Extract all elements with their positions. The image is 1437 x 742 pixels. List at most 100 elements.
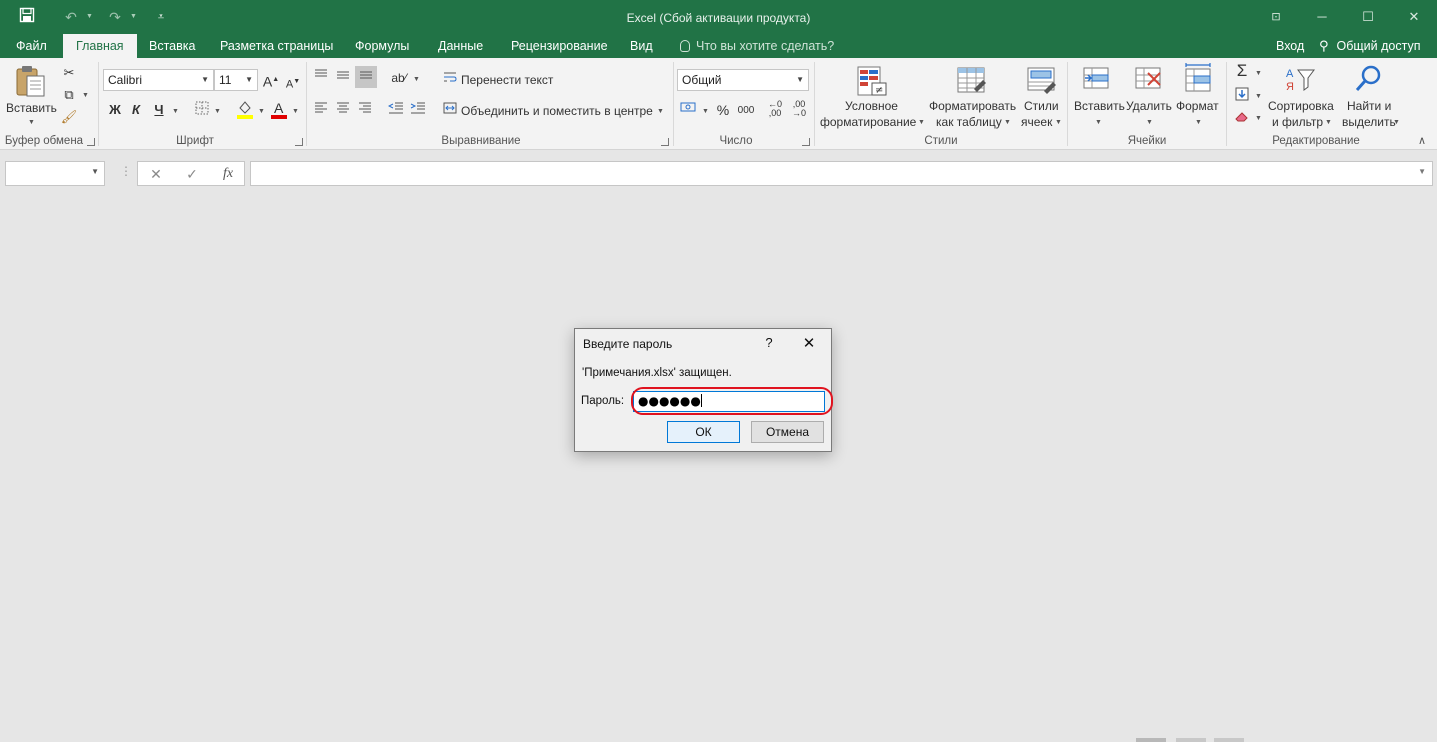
share-button[interactable]: ⚲ Общий доступ xyxy=(1319,34,1420,58)
format-painter-icon[interactable]: 🖌 xyxy=(60,108,78,126)
clipboard-group-label: Буфер обмена xyxy=(4,135,84,147)
format-as-table-icon xyxy=(957,67,986,93)
merge-center-icon[interactable] xyxy=(441,101,459,119)
increase-decimal-icon[interactable]: ←0,00 xyxy=(766,100,784,118)
align-top-icon[interactable] xyxy=(312,68,330,86)
clear-icon[interactable] xyxy=(1233,109,1251,127)
tab-review[interactable]: Рецензирование xyxy=(509,34,610,58)
enter-formula-button[interactable]: ✓ xyxy=(182,165,202,183)
font-group-label: Шрифт xyxy=(176,135,214,147)
clear-dropdown-icon[interactable]: ▼ xyxy=(1255,115,1262,122)
increase-indent-icon[interactable] xyxy=(409,101,427,119)
page-break-view-button[interactable] xyxy=(1214,738,1244,742)
find-select-label-2: выделить xyxy=(1342,115,1396,129)
normal-view-button[interactable] xyxy=(1136,738,1166,742)
svg-text:Я: Я xyxy=(1286,81,1294,93)
group-separator xyxy=(1067,62,1068,146)
font-color-dropdown-icon[interactable]: ▼ xyxy=(292,108,299,115)
number-format-value: Общий xyxy=(682,73,722,87)
align-right-icon[interactable] xyxy=(356,101,374,119)
align-bottom-icon[interactable] xyxy=(355,66,377,88)
decrease-font-icon[interactable]: A▼ xyxy=(284,73,302,91)
font-name-combo[interactable]: Calibri ▼ xyxy=(103,69,214,91)
splitter-icon[interactable]: ⋮ xyxy=(120,164,132,178)
bold-button[interactable]: Ж xyxy=(106,101,124,119)
sign-in-link[interactable]: Вход xyxy=(1276,34,1304,58)
name-box[interactable]: ▼ xyxy=(5,161,105,186)
align-left-icon[interactable] xyxy=(312,101,330,119)
currency-dropdown-icon[interactable]: ▼ xyxy=(702,108,709,115)
orientation-dropdown-icon[interactable]: ▼ xyxy=(413,76,420,83)
maximize-button[interactable]: ☐ xyxy=(1345,0,1391,34)
alignment-launcher-icon[interactable] xyxy=(661,138,669,146)
tab-page-layout[interactable]: Разметка страницы xyxy=(218,34,335,58)
borders-dropdown-icon[interactable]: ▼ xyxy=(214,108,221,115)
currency-icon[interactable] xyxy=(680,101,698,119)
ok-button[interactable]: ОК xyxy=(667,421,740,443)
align-middle-icon[interactable] xyxy=(334,68,352,86)
decrease-decimal-icon[interactable]: ,00 →0 xyxy=(790,100,808,118)
magnifier-icon xyxy=(1355,65,1381,91)
tab-formulas[interactable]: Формулы xyxy=(353,34,411,58)
cut-icon[interactable]: ✂ xyxy=(60,64,78,82)
dialog-close-button[interactable]: ✕ xyxy=(797,333,821,355)
lightbulb-icon xyxy=(680,40,690,52)
underline-dropdown-icon[interactable]: ▼ xyxy=(172,108,179,115)
fill-color-icon[interactable] xyxy=(236,99,254,119)
clipboard-launcher-icon[interactable] xyxy=(87,138,95,146)
number-group-label: Число xyxy=(719,135,753,147)
italic-button[interactable]: К xyxy=(127,101,145,119)
password-input[interactable]: ●●●●●● xyxy=(633,391,825,412)
password-value: ●●●●●● xyxy=(638,394,701,408)
copy-dropdown-icon[interactable]: ▼ xyxy=(82,92,89,99)
cancel-button[interactable]: Отмена xyxy=(751,421,824,443)
insert-function-button[interactable]: fx xyxy=(218,165,238,183)
help-button[interactable]: ? xyxy=(759,335,779,350)
merge-center-label[interactable]: Объединить и поместить в центре xyxy=(461,104,653,118)
tab-view[interactable]: Вид xyxy=(628,34,655,58)
fill-dropdown-icon[interactable]: ▼ xyxy=(1255,93,1262,100)
copy-icon[interactable]: ⧉ xyxy=(60,86,78,104)
minimize-button[interactable]: ─ xyxy=(1299,0,1345,34)
wrap-text-icon[interactable] xyxy=(441,70,459,88)
chevron-down-icon: ▼ xyxy=(201,75,209,84)
wrap-text-label[interactable]: Перенести текст xyxy=(461,73,553,87)
font-launcher-icon[interactable] xyxy=(295,138,303,146)
decrease-indent-icon[interactable] xyxy=(387,101,405,119)
borders-icon[interactable] xyxy=(193,101,211,119)
paste-icon xyxy=(16,66,45,97)
formula-bar: ▼ ⋮ ✕ ✓ fx ▼ xyxy=(0,151,1437,196)
tab-file[interactable]: Файл xyxy=(14,34,49,58)
tab-insert[interactable]: Вставка xyxy=(147,34,197,58)
ribbon-display-options-icon[interactable]: ⊡ xyxy=(1253,0,1299,34)
font-size-combo[interactable]: 11 ▼ xyxy=(214,69,258,91)
number-launcher-icon[interactable] xyxy=(802,138,810,146)
underline-button[interactable]: Ч xyxy=(150,101,168,119)
increase-font-icon[interactable]: A▲ xyxy=(262,71,280,90)
autosum-icon[interactable]: Σ xyxy=(1233,62,1251,80)
tell-me-search[interactable]: Что вы хотите сделать? xyxy=(680,34,834,58)
number-format-combo[interactable]: Общий ▼ xyxy=(677,69,809,91)
orientation-icon[interactable]: ab⁄ xyxy=(390,69,408,87)
fill-icon[interactable] xyxy=(1233,87,1251,105)
percent-button[interactable]: % xyxy=(714,101,732,119)
ribbon-tabs: Файл Главная Вставка Разметка страницы Ф… xyxy=(0,34,1437,58)
font-color-icon[interactable]: A xyxy=(270,99,288,119)
close-window-button[interactable]: ✕ xyxy=(1391,0,1437,34)
tab-home[interactable]: Главная xyxy=(63,34,137,58)
alignment-group-label: Выравнивание xyxy=(441,135,521,147)
autosum-dropdown-icon[interactable]: ▼ xyxy=(1255,70,1262,77)
format-cells-icon xyxy=(1185,63,1211,92)
comma-style-button[interactable]: 000 xyxy=(735,102,757,120)
fill-color-dropdown-icon[interactable]: ▼ xyxy=(258,108,265,115)
collapse-ribbon-icon[interactable]: ∧ xyxy=(1418,134,1426,147)
formula-input[interactable]: ▼ xyxy=(250,161,1433,186)
find-select-dropdown-icon: ▼ xyxy=(1393,119,1400,126)
align-center-icon[interactable] xyxy=(334,101,352,119)
cancel-formula-button[interactable]: ✕ xyxy=(146,165,166,183)
formula-buttons: ✕ ✓ fx xyxy=(137,161,245,186)
page-layout-view-button[interactable] xyxy=(1176,738,1206,742)
expand-formula-bar-icon[interactable]: ▼ xyxy=(1418,167,1426,176)
merge-dropdown-icon[interactable]: ▼ xyxy=(657,108,664,115)
tab-data[interactable]: Данные xyxy=(436,34,485,58)
